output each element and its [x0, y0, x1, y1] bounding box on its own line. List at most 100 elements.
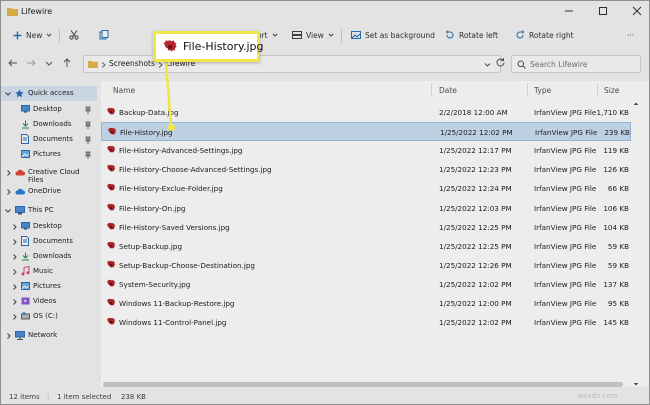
file-date: 1/25/2022 12:25 PM [439, 241, 512, 251]
sidebar-item-pc-desktop[interactable]: Desktop [1, 219, 97, 234]
folder-icon [7, 8, 18, 16]
table-row[interactable]: File-History-Choose-Advanced-Settings.jp… [101, 160, 631, 179]
forward-button[interactable] [25, 57, 37, 69]
file-size: 59 KB [607, 260, 629, 270]
close-button[interactable] [631, 5, 643, 17]
window-title: Lifewire [21, 7, 53, 16]
copy-button[interactable] [95, 25, 113, 45]
vertical-scrollbar[interactable] [633, 101, 639, 387]
table-row[interactable]: System-Security.jpg 1/25/2022 12:02 PM Irf… [101, 275, 631, 294]
arrow-left-icon [8, 59, 17, 67]
back-button[interactable] [7, 57, 19, 69]
view-button[interactable]: View [288, 25, 338, 45]
address-bar[interactable]: Screenshots Lifewire [83, 55, 501, 73]
column-header-size[interactable]: Size [604, 81, 619, 99]
sidebar-item-label: OS (C:) [33, 312, 58, 320]
sidebar-item-label: Documents [33, 237, 73, 245]
table-row[interactable]: Setup-Backup-Choose-Destination.jpg 1/25/… [101, 256, 631, 275]
table-row[interactable]: File-History-Advanced-Settings.jpg 1/25/2… [101, 141, 631, 160]
sidebar-item-onedrive[interactable]: OneDrive [1, 184, 97, 199]
sidebar-item-os-drive[interactable]: OS (C:) [1, 309, 97, 324]
table-row[interactable]: Setup-Backup.jpg 1/25/2022 12:25 PM IrfanV… [101, 237, 631, 256]
navigation-pane: Quick access Desktop Downloads Documents… [1, 81, 97, 389]
sidebar-item-label: Downloads [33, 252, 72, 260]
refresh-button[interactable] [495, 57, 507, 69]
irfanview-file-icon [106, 183, 116, 195]
view-icon [292, 31, 302, 39]
set-as-background-button[interactable]: Set as background [347, 25, 439, 45]
sidebar-item-creative-cloud-files[interactable]: Creative Cloud Files [1, 165, 97, 184]
column-header-date[interactable]: Date [439, 81, 457, 99]
sidebar-item-desktop[interactable]: Desktop [1, 102, 97, 117]
irfanview-file-icon [106, 107, 116, 119]
sidebar-item-documents[interactable]: Documents [1, 132, 97, 147]
column-header-name[interactable]: Name [113, 81, 135, 99]
file-name: File-History-Advanced-Settings.jpg [119, 146, 243, 156]
sidebar-item-label: OneDrive [28, 187, 61, 195]
close-icon [632, 6, 642, 16]
sidebar-item-network[interactable]: Network [1, 328, 97, 343]
irfanview-file-icon [106, 222, 116, 234]
rotate-right-button[interactable]: Rotate right [511, 25, 578, 45]
new-button[interactable]: New [9, 25, 56, 45]
file-date: 1/25/2022 12:17 PM [439, 146, 512, 156]
recent-locations-button[interactable] [43, 57, 55, 69]
more-options-button[interactable]: ··· [623, 25, 638, 45]
sidebar-item-downloads[interactable]: Downloads [1, 117, 97, 132]
pictures-icon [21, 150, 30, 158]
sidebar-item-pictures[interactable]: Pictures [1, 147, 97, 162]
sidebar-item-label: Quick access [28, 89, 74, 97]
sidebar-item-label: Pictures [33, 282, 61, 290]
document-icon [21, 236, 29, 246]
chevron-right-icon [13, 269, 17, 275]
file-size: 119 KB [603, 146, 629, 156]
desktop-icon [21, 105, 30, 113]
chevron-down-icon [45, 61, 53, 66]
breadcrumb-screenshots[interactable]: Screenshots [109, 59, 155, 68]
cut-button[interactable] [65, 25, 83, 45]
table-row[interactable]: Backup-Data.jpg 2/2/2018 12:00 AM IrfanVie… [101, 103, 631, 122]
sidebar-item-label: Downloads [33, 120, 72, 128]
horizontal-scrollbar[interactable] [103, 382, 623, 387]
minimize-button[interactable] [563, 5, 575, 17]
sidebar-item-quick-access[interactable]: Quick access [1, 86, 97, 101]
sidebar-item-this-pc[interactable]: This PC [1, 203, 97, 218]
table-row[interactable]: Windows 11-Backup-Restore.jpg 1/25/2022 1… [101, 294, 631, 313]
sidebar-item-label: Creative Cloud Files [28, 168, 80, 184]
irfanview-file-icon [106, 279, 116, 291]
sidebar-item-videos[interactable]: Videos [1, 294, 97, 309]
video-icon [21, 297, 30, 305]
column-header-type[interactable]: Type [534, 81, 551, 99]
search-input[interactable] [530, 58, 638, 70]
up-button[interactable] [61, 57, 73, 69]
table-row[interactable]: File-History-Saved Versions.jpg 1/25/2022… [101, 218, 631, 237]
minimize-icon [565, 10, 573, 12]
file-size: 66 KB [607, 184, 629, 194]
search-box[interactable] [511, 55, 641, 73]
table-row[interactable]: Windows 11-Control-Panel.jpg 1/25/2022 12… [101, 313, 631, 332]
sidebar-item-pc-pictures[interactable]: Pictures [1, 279, 97, 294]
sidebar-item-pc-downloads[interactable]: Downloads [1, 249, 97, 264]
star-icon [15, 89, 24, 98]
sidebar-item-pc-documents[interactable]: Documents [1, 234, 97, 249]
sidebar-item-label: Network [28, 331, 58, 339]
file-name: File-History-Saved Versions.jpg [119, 222, 230, 232]
table-row[interactable]: File-History-On.jpg 1/25/2022 12:03 PM Irf… [101, 199, 631, 218]
file-date: 1/25/2022 12:25 PM [439, 222, 512, 232]
chevron-right-icon [13, 239, 17, 245]
table-row[interactable]: File-History.jpg 1/25/2022 12:02 PM IrfanV… [101, 122, 631, 142]
table-row[interactable]: File-History-Exclue-Folder.jpg 1/25/2022 … [101, 179, 631, 198]
file-size: 106 KB [603, 203, 629, 213]
file-size: 95 KB [607, 299, 629, 308]
pin-icon [85, 121, 91, 129]
view-label: View [306, 30, 324, 40]
chevron-right-icon [13, 314, 17, 320]
callout-text: File-History.jpg [183, 40, 264, 53]
pin-icon [85, 151, 91, 159]
maximize-button[interactable] [597, 5, 609, 17]
sidebar-item-music[interactable]: Music [1, 264, 97, 279]
rotate-left-button[interactable]: Rotate left [441, 25, 502, 45]
chevron-down-icon [633, 383, 639, 386]
pin-icon [85, 106, 91, 114]
callout-label: File-History.jpg [153, 31, 264, 62]
